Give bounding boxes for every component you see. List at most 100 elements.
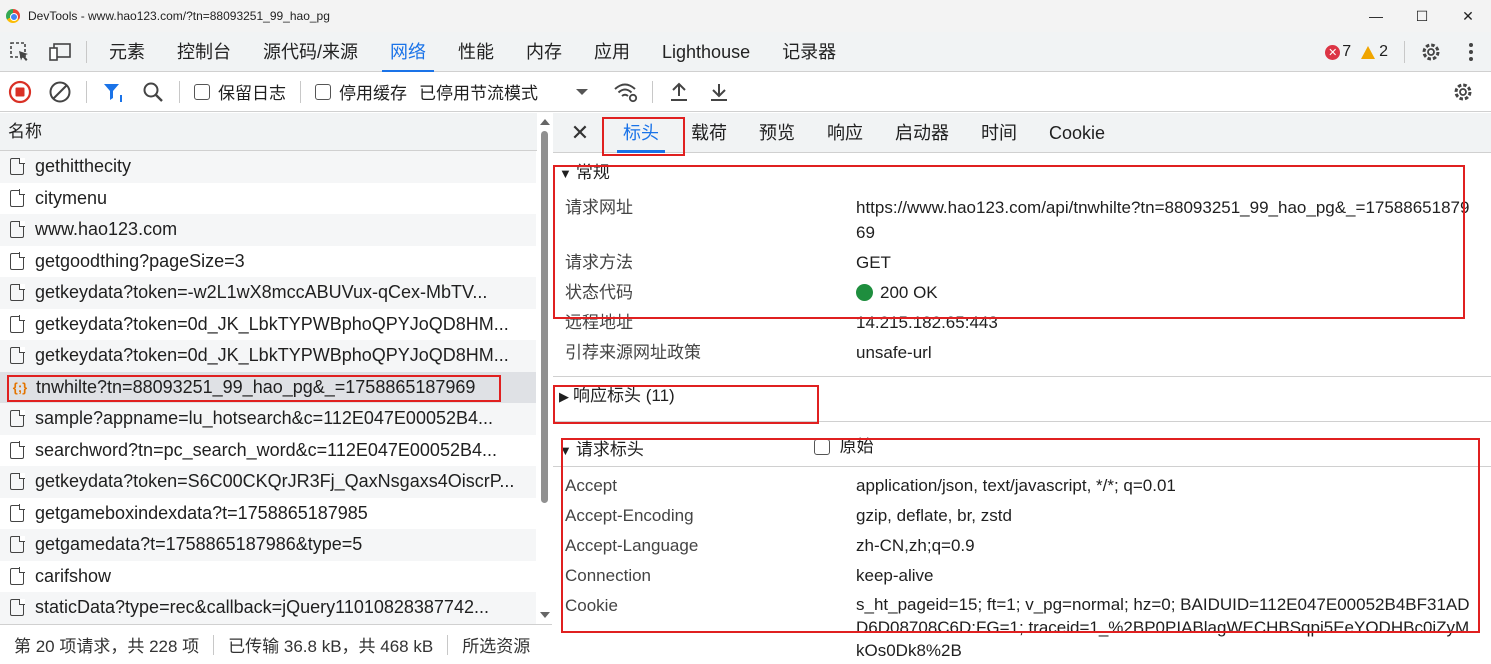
scroll-down-icon[interactable] [540,612,550,618]
document-icon [10,567,25,585]
window-titlebar: DevTools - www.hao123.com/?tn=88093251_9… [0,0,1491,32]
close-window-button[interactable]: ✕ [1445,0,1491,32]
network-settings-button[interactable] [1443,72,1483,112]
header-row-cookie: Cookie s_ht_pageid=15; ft=1; v_pg=normal… [565,595,1470,660]
request-row[interactable]: www.hao123.com [0,214,536,246]
tab-cookies[interactable]: Cookie [1033,113,1121,153]
request-row[interactable]: carifshow [0,561,536,593]
tab-network[interactable]: 网络 [374,32,442,72]
request-row[interactable]: getkeydata?token=-w2L1wX8mccABUVux-qCex-… [0,277,536,309]
document-icon [10,283,25,302]
close-details-button[interactable]: ✕ [553,120,607,146]
name-column-header[interactable]: 名称 [0,113,551,151]
import-har-button[interactable] [659,72,699,112]
chrome-logo-icon [6,9,20,23]
request-row[interactable]: searchword?tn=pc_search_word&c=112E047E0… [0,435,536,467]
request-row[interactable]: getgamedata?t=1758865187986&type=5 [0,529,536,561]
expanded-triangle-icon: ▼ [559,443,572,458]
gear-icon [1454,83,1472,101]
inspect-element-button[interactable] [0,32,40,72]
preserve-log-checkbox[interactable]: 保留日志 [194,79,286,104]
search-button[interactable] [133,72,173,112]
selected-resources: 所选资源 [462,637,531,656]
tab-initiator[interactable]: 启动器 [879,113,965,153]
export-har-button[interactable] [699,72,739,112]
throttling-select[interactable]: 已停用节流模式 [419,79,606,104]
warning-icon [1361,45,1376,59]
window-title: DevTools - www.hao123.com/?tn=88093251_9… [28,9,330,23]
tab-application[interactable]: 应用 [578,32,646,72]
request-row[interactable]: getgameboxindexdata?t=1758865187985 [0,498,536,530]
download-icon [711,83,727,101]
header-row-accept-language: Accept-Language zh-CN,zh;q=0.9 [565,536,975,555]
transfer-size: 已传输 36.8 kB，共 468 kB [228,637,434,656]
warning-count-badge[interactable]: 2 [1361,43,1388,61]
tab-console[interactable]: 控制台 [161,32,247,72]
gear-icon [1422,43,1440,61]
request-row[interactable]: citymenu [0,183,536,215]
more-options-button[interactable] [1451,32,1491,72]
kebab-menu-icon [1469,43,1473,61]
disable-cache-checkbox[interactable]: 停用缓存 [315,79,407,104]
wifi-settings-icon [614,83,638,102]
tab-timing[interactable]: 时间 [965,113,1033,153]
request-row[interactable]: getkeydata?token=0d_JK_LbkTYPWBphoQPYJoQ… [0,309,536,341]
document-icon [10,252,25,270]
tab-memory[interactable]: 内存 [510,32,578,72]
request-row[interactable]: sample?appname=lu_hotsearch&c=112E047E00… [0,403,536,435]
tab-performance[interactable]: 性能 [442,32,510,72]
settings-button[interactable] [1411,32,1451,72]
tab-sources[interactable]: 源代码/来源 [247,32,374,72]
document-icon [10,157,25,176]
request-row-selected[interactable]: {;} tnwhilte?tn=88093251_99_hao_pg&_=1758… [0,371,536,403]
error-icon: ✕ [1325,44,1341,60]
request-row[interactable]: getkeydata?token=S6C00CKQrJR3Fj_QaxNsgax… [0,466,536,498]
request-details-pane: ✕ 标头 载荷 预览 响应 启动器 时间 Cookie ▼ 常规 请求网址 htt… [553,113,1491,664]
tab-payload[interactable]: 载荷 [675,113,743,153]
expanded-triangle-icon: ▼ [559,166,572,181]
filter-icon [104,83,122,102]
document-icon [10,189,25,207]
document-icon [10,598,25,617]
tab-recorder[interactable]: 记录器 [766,32,852,72]
scroll-up-icon[interactable] [540,119,550,125]
document-icon [10,472,25,491]
tab-preview[interactable]: 预览 [743,113,811,153]
scrollbar-thumb[interactable] [541,131,548,503]
maximize-button[interactable]: ☐ [1399,0,1445,32]
remote-address-row: 远程地址 14.215.182.65:443 [565,313,998,332]
document-icon [10,535,25,554]
error-count-badge[interactable]: ✕ 7 [1325,43,1351,61]
tab-response[interactable]: 响应 [811,113,879,153]
document-icon [10,315,25,333]
upload-icon [671,82,687,101]
network-conditions-button[interactable] [606,72,646,112]
checkbox-box [194,83,210,100]
general-section-toggle[interactable]: ▼ 常规 [553,155,1491,191]
clear-icon [49,81,71,102]
details-tabbar: ✕ 标头 载荷 预览 响应 启动器 时间 Cookie [553,113,1491,153]
minimize-button[interactable]: — [1353,0,1399,32]
checkbox-box [315,83,331,100]
record-button[interactable] [0,72,40,112]
search-icon [143,82,163,102]
inspect-icon [10,41,28,61]
response-headers-section-toggle[interactable]: ▶ 响应标头 (11) [553,377,1491,415]
filter-button[interactable] [93,72,133,112]
device-toolbar-button[interactable] [40,32,80,72]
request-row[interactable]: gethitthecity [0,151,536,183]
close-icon: ✕ [570,119,590,145]
collapsed-triangle-icon: ▶ [559,389,569,404]
raw-headers-checkbox[interactable]: 原始 [813,428,874,466]
request-row[interactable]: getgoodthing?pageSize=3 [0,246,536,278]
tab-elements[interactable]: 元素 [93,32,161,72]
clear-button[interactable] [40,72,80,112]
request-method-row: 请求方法 GET [565,253,891,272]
network-status-bar: 第 20 项请求，共 228 项 已传输 36.8 kB，共 468 kB 所选… [0,624,552,664]
request-headers-section-toggle[interactable]: ▼ 请求标头 原始 [553,428,1491,466]
tab-lighthouse[interactable]: Lighthouse [646,32,766,72]
tab-headers[interactable]: 标头 [607,113,675,153]
request-row[interactable]: getkeydata?token=0d_JK_LbkTYPWBphoQPYJoQ… [0,340,536,372]
request-list-scrollbar[interactable] [537,113,552,624]
request-row[interactable]: staticData?type=rec&callback=jQuery11010… [0,592,536,624]
